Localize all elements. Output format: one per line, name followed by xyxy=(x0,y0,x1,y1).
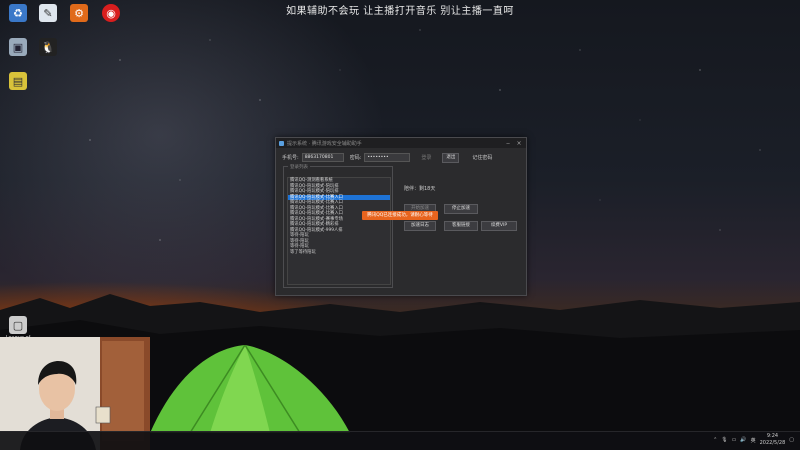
app-red-icon: ◉ xyxy=(102,4,120,22)
computer-icon: ▣ xyxy=(9,38,27,56)
document-icon: ✎ xyxy=(39,4,57,22)
microphone-icon[interactable]: 🎙 xyxy=(721,437,727,443)
league-of-legends-icon: ▢ xyxy=(9,316,27,334)
folder-icon: ▤ xyxy=(9,72,27,90)
recycle-bin-icon: ♻ xyxy=(9,4,27,22)
desktop-icon-1[interactable]: ♻ xyxy=(7,4,29,22)
desktop-icon-5[interactable]: ▣ xyxy=(7,38,29,56)
group-title: 登录列表 xyxy=(288,164,310,170)
qq-icon: 🐧 xyxy=(39,38,57,56)
stop-boost-button[interactable]: 停止加速 xyxy=(444,204,478,214)
notification-icon[interactable]: ▢ xyxy=(789,437,794,443)
taskbar: ⌃ 🎙 ▭ 🔊 英 9:24 2022/5/28 ▢ xyxy=(0,431,800,450)
server-list[interactable]: 腾讯QQ-测测看看系统 腾讯QQ-陪玩模式-陪玩排 腾讯QQ-陪玩模式-陪玩排 … xyxy=(287,177,391,285)
ime-icon[interactable]: 英 xyxy=(751,437,756,444)
renew-vip-button[interactable]: 续费VIP xyxy=(481,221,517,231)
vip-status: 陪伴：剩18天 xyxy=(404,186,436,192)
login-button[interactable]: 登录 xyxy=(421,154,431,161)
remember-password-checkbox[interactable]: 记住密码 xyxy=(472,154,492,161)
close-icon[interactable]: × xyxy=(515,140,523,147)
clock[interactable]: 9:24 2022/5/28 xyxy=(760,433,786,447)
password-label: 密码: xyxy=(349,155,362,161)
support-link-button[interactable]: 客服链接 xyxy=(444,221,478,231)
desktop-icon-3[interactable]: ⚙ xyxy=(68,4,90,22)
clock-date: 2022/5/28 xyxy=(759,440,786,446)
app-orange-icon: ⚙ xyxy=(70,4,88,22)
window-title: 提示系统 · 腾讯游戏安全辅助助手 xyxy=(287,140,362,147)
clock-time: 9:24 xyxy=(766,433,779,439)
login-row: 手机号: 8863170801 密码: •••••••• 登录 退出 记住密码 xyxy=(282,152,520,163)
system-tray: ⌃ 🎙 ▭ 🔊 英 9:24 2022/5/28 ▢ xyxy=(713,433,794,447)
booster-window: 提示系统 · 腾讯游戏安全辅助助手 ‒ × 手机号: 8863170801 密码… xyxy=(275,137,527,296)
desktop-icon-2[interactable]: ✎ xyxy=(37,4,59,22)
desktop-icon-7[interactable]: ▤ xyxy=(7,72,29,90)
volume-icon[interactable]: 🔊 xyxy=(740,437,746,443)
chevron-up-icon[interactable]: ⌃ xyxy=(713,437,717,443)
network-icon[interactable]: ▭ xyxy=(732,437,737,443)
desktop-icon-4[interactable]: ◉ xyxy=(100,4,122,22)
minimize-icon[interactable]: ‒ xyxy=(504,140,512,147)
list-item[interactable]: 等了等待陪玩 xyxy=(288,250,390,256)
desktop-icon-qq[interactable]: 🐧 xyxy=(37,38,59,56)
logout-button[interactable]: 退出 xyxy=(442,152,460,163)
app-icon xyxy=(279,140,284,146)
password-input[interactable]: •••••••• xyxy=(364,153,411,162)
boost-log-button[interactable]: 加速日志 xyxy=(404,221,436,231)
phone-label: 手机号: xyxy=(282,155,299,161)
wallpaper-tent xyxy=(150,345,350,434)
window-titlebar[interactable]: 提示系统 · 腾讯游戏安全辅助助手 ‒ × xyxy=(276,138,526,148)
phone-input[interactable]: 8863170801 xyxy=(301,153,344,162)
server-group: 登录列表 腾讯QQ-测测看看系统 腾讯QQ-陪玩模式-陪玩排 腾讯QQ-陪玩模式… xyxy=(283,164,393,288)
notification-toast: 腾讯QQ已连接成功，请耐心等待 xyxy=(362,211,438,220)
